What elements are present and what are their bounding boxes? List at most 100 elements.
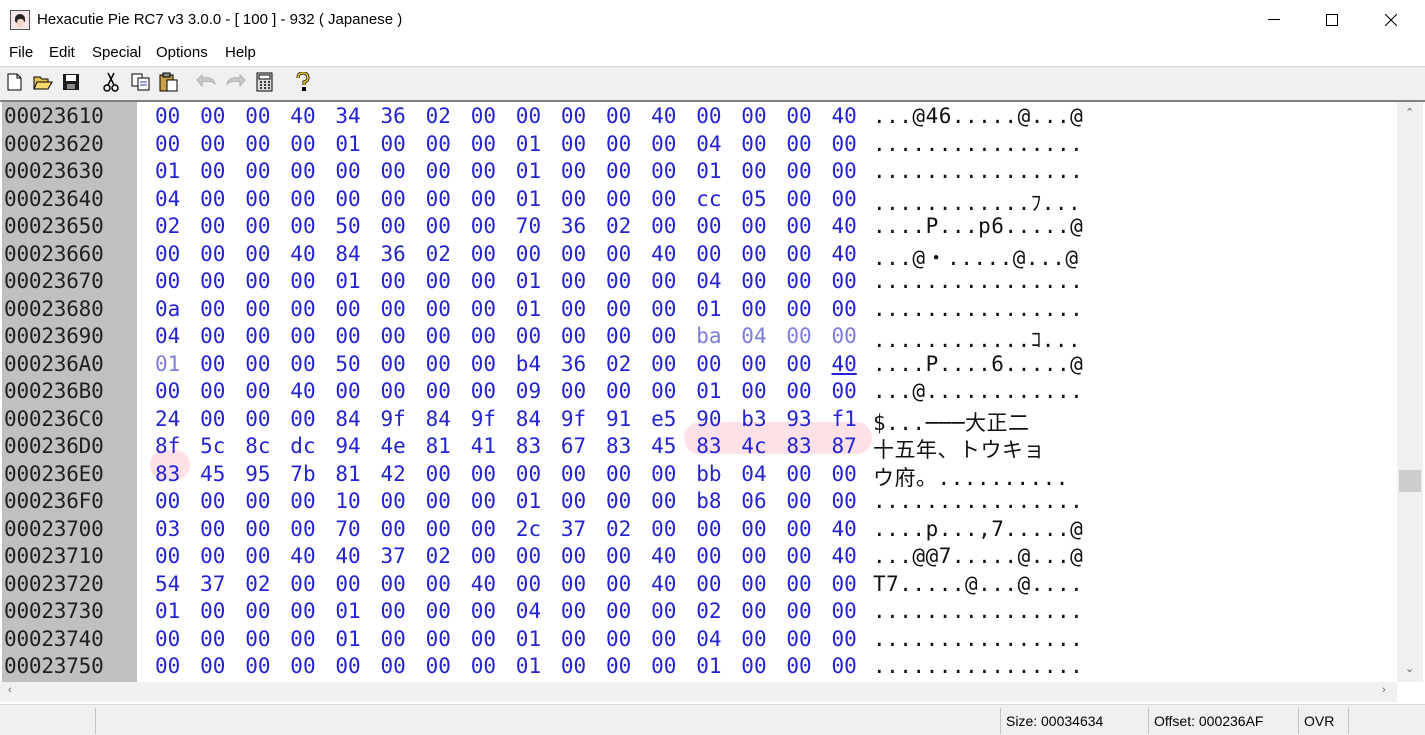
hex-byte[interactable]: 00 — [651, 187, 676, 211]
hex-byte[interactable]: 83 — [155, 462, 180, 486]
hex-byte[interactable]: 0a — [155, 297, 180, 321]
hex-byte[interactable]: 9f — [561, 407, 586, 431]
hex-byte[interactable]: 00 — [786, 379, 811, 403]
hex-byte[interactable]: 00 — [471, 462, 496, 486]
hex-byte[interactable]: 00 — [606, 132, 631, 156]
hex-byte[interactable]: 00 — [471, 132, 496, 156]
hex-byte[interactable]: 00 — [741, 132, 766, 156]
hex-byte[interactable]: 00 — [741, 104, 766, 128]
scroll-thumb[interactable] — [1399, 470, 1421, 492]
hex-byte[interactable]: 00 — [471, 242, 496, 266]
hex-byte[interactable]: 00 — [426, 352, 451, 376]
hex-byte[interactable]: 00 — [696, 572, 721, 596]
hex-byte[interactable]: 40 — [651, 572, 676, 596]
open-button[interactable] — [32, 71, 54, 93]
hex-byte[interactable]: dc — [290, 434, 315, 458]
menu-edit[interactable]: Edit — [49, 44, 75, 61]
hex-byte[interactable]: 04 — [741, 324, 766, 348]
hex-byte[interactable]: 40 — [290, 379, 315, 403]
hex-byte[interactable]: 00 — [200, 489, 225, 513]
hex-byte[interactable]: 95 — [245, 462, 270, 486]
hex-byte[interactable]: 00 — [245, 517, 270, 541]
hex-byte[interactable]: 04 — [516, 599, 541, 623]
hex-byte[interactable]: 00 — [245, 269, 270, 293]
hex-byte[interactable]: 00 — [471, 104, 496, 128]
hex-byte[interactable]: 00 — [381, 214, 406, 238]
hex-byte[interactable]: 00 — [245, 599, 270, 623]
hex-byte[interactable]: 00 — [786, 572, 811, 596]
help-button[interactable] — [292, 71, 314, 93]
hex-byte[interactable]: 01 — [335, 599, 360, 623]
hex-byte[interactable]: 00 — [561, 654, 586, 678]
hex-byte[interactable]: 00 — [696, 517, 721, 541]
close-button[interactable] — [1362, 0, 1420, 40]
hex-byte[interactable]: 00 — [696, 242, 721, 266]
hex-byte[interactable]: 00 — [786, 269, 811, 293]
hex-byte[interactable]: 00 — [381, 599, 406, 623]
hex-byte[interactable]: 42 — [381, 462, 406, 486]
hex-byte[interactable]: 01 — [516, 489, 541, 513]
hex-byte[interactable]: 00 — [471, 544, 496, 568]
paste-button[interactable] — [158, 71, 180, 93]
hex-byte[interactable]: 00 — [290, 269, 315, 293]
hex-byte[interactable]: 00 — [606, 627, 631, 651]
hex-byte[interactable]: 24 — [155, 407, 180, 431]
hex-byte[interactable]: 45 — [651, 434, 676, 458]
hex-byte[interactable]: 04 — [155, 187, 180, 211]
ascii-text[interactable]: ................ — [873, 654, 1083, 678]
hex-byte[interactable]: ba — [696, 324, 721, 348]
hex-byte[interactable]: 00 — [651, 627, 676, 651]
hex-byte[interactable]: 02 — [606, 517, 631, 541]
hex-byte[interactable]: 40 — [290, 544, 315, 568]
hex-byte[interactable]: 00 — [426, 572, 451, 596]
hex-byte[interactable]: 40 — [832, 242, 857, 266]
hex-byte[interactable]: 00 — [245, 627, 270, 651]
hex-byte[interactable]: 00 — [741, 517, 766, 541]
hex-byte[interactable]: 00 — [200, 407, 225, 431]
minimize-button[interactable] — [1245, 0, 1303, 40]
hex-byte[interactable]: 00 — [832, 489, 857, 513]
hex-byte[interactable]: 00 — [471, 627, 496, 651]
hex-byte[interactable]: 00 — [471, 297, 496, 321]
hex-byte[interactable]: 00 — [471, 159, 496, 183]
hex-byte[interactable]: 00 — [561, 269, 586, 293]
hex-byte[interactable]: 00 — [832, 159, 857, 183]
hex-byte[interactable]: 87 — [832, 434, 857, 458]
hex-byte[interactable]: 00 — [741, 352, 766, 376]
ascii-text[interactable]: ................ — [873, 599, 1083, 623]
hex-byte[interactable]: 91 — [606, 407, 631, 431]
hex-byte[interactable]: 00 — [200, 352, 225, 376]
hex-byte[interactable]: 00 — [786, 214, 811, 238]
hex-byte[interactable]: 00 — [651, 379, 676, 403]
hex-byte[interactable]: 36 — [561, 352, 586, 376]
hex-byte[interactable]: 00 — [245, 214, 270, 238]
hex-byte[interactable]: 67 — [561, 434, 586, 458]
hex-byte[interactable]: 84 — [335, 407, 360, 431]
hex-byte[interactable]: 2c — [516, 517, 541, 541]
hex-byte[interactable]: 00 — [200, 627, 225, 651]
hex-byte[interactable]: 00 — [561, 132, 586, 156]
hex-byte[interactable]: 00 — [471, 352, 496, 376]
hex-byte[interactable]: 00 — [290, 599, 315, 623]
hex-byte[interactable]: 04 — [741, 462, 766, 486]
hex-byte[interactable]: 00 — [471, 517, 496, 541]
ascii-text[interactable]: T7.....@...@.... — [873, 572, 1083, 596]
menu-help[interactable]: Help — [225, 44, 256, 61]
hex-byte[interactable]: 00 — [426, 159, 451, 183]
hex-byte[interactable]: 00 — [696, 104, 721, 128]
hex-byte[interactable]: 00 — [381, 489, 406, 513]
hex-byte[interactable]: 00 — [516, 544, 541, 568]
hex-byte[interactable]: 01 — [696, 379, 721, 403]
hex-byte[interactable]: 00 — [155, 242, 180, 266]
hex-byte[interactable]: 09 — [516, 379, 541, 403]
hex-byte[interactable]: 00 — [381, 379, 406, 403]
hex-byte[interactable]: 00 — [832, 654, 857, 678]
hex-byte[interactable]: 00 — [606, 297, 631, 321]
hex-byte[interactable]: 00 — [606, 324, 631, 348]
hex-byte[interactable]: 9f — [471, 407, 496, 431]
hex-byte[interactable]: 00 — [245, 159, 270, 183]
hex-byte[interactable]: 00 — [651, 489, 676, 513]
hex-byte[interactable]: 00 — [200, 159, 225, 183]
hex-byte[interactable]: 40 — [335, 544, 360, 568]
hex-byte[interactable]: 00 — [381, 132, 406, 156]
